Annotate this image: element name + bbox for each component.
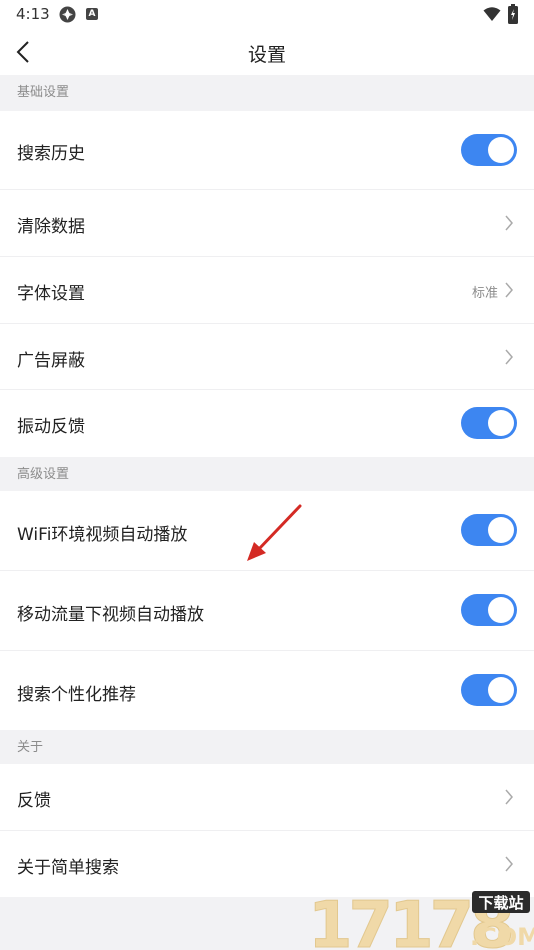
toggle-knob: [488, 410, 514, 436]
svg-text:下载站: 下载站: [478, 894, 523, 912]
chevron-right-icon: [505, 856, 513, 872]
setting-label: 清除数据: [17, 217, 85, 237]
setting-label: 移动流量下视频自动播放: [17, 605, 204, 625]
setting-label: WiFi环境视频自动播放: [17, 525, 188, 545]
setting-row-font[interactable]: 字体设置 标准: [0, 257, 534, 324]
setting-row-mobile-autoplay[interactable]: 移动流量下视频自动播放: [0, 571, 534, 651]
setting-row-personalized[interactable]: 搜索个性化推荐: [0, 651, 534, 730]
toggle-knob: [488, 677, 514, 703]
setting-label: 振动反馈: [17, 417, 85, 437]
mobile-autoplay-toggle[interactable]: [461, 594, 517, 626]
annotation-arrow-icon: [247, 504, 302, 561]
toggle-knob: [488, 517, 514, 543]
setting-label: 搜索个性化推荐: [17, 685, 136, 705]
section-header-advanced: 高级设置: [0, 457, 534, 493]
section-header-about: 关于: [0, 730, 534, 766]
battery-icon: [508, 4, 518, 24]
chevron-right-icon: [505, 349, 513, 365]
setting-label: 关于简单搜索: [17, 858, 119, 878]
setting-row-ad-block[interactable]: 广告屏蔽: [0, 324, 534, 390]
wifi-icon: [483, 7, 501, 21]
setting-row-search-history[interactable]: 搜索历史: [0, 111, 534, 190]
notification-a-icon: A: [86, 8, 98, 20]
setting-row-clear-data[interactable]: 清除数据: [0, 190, 534, 257]
setting-row-feedback[interactable]: 反馈: [0, 764, 534, 831]
chevron-right-icon: [505, 282, 513, 298]
setting-row-vibration[interactable]: 振动反馈: [0, 390, 534, 457]
personalized-toggle[interactable]: [461, 674, 517, 706]
setting-label: 搜索历史: [17, 144, 85, 164]
page-title: 设置: [247, 44, 286, 66]
setting-label: 广告屏蔽: [17, 351, 85, 371]
search-history-toggle[interactable]: [461, 134, 517, 166]
toggle-knob: [488, 137, 514, 163]
wifi-autoplay-toggle[interactable]: [461, 514, 517, 546]
chevron-right-icon: [505, 789, 513, 805]
watermark-logo: 17178 下载站 .COM: [308, 889, 534, 950]
chevron-right-icon: [505, 215, 513, 231]
gear-badge-icon: [59, 6, 76, 23]
status-time: 4:13: [16, 5, 50, 23]
setting-label: 字体设置: [17, 284, 85, 304]
section-header-basic: 基础设置: [0, 75, 534, 111]
svg-text:.COM: .COM: [470, 923, 534, 950]
font-size-value: 标准: [471, 286, 498, 301]
toggle-knob: [488, 597, 514, 623]
nav-bar: 设置: [0, 28, 534, 75]
setting-label: 反馈: [17, 791, 51, 811]
status-bar: 4:13 A: [0, 0, 534, 28]
vibration-toggle[interactable]: [461, 407, 517, 439]
